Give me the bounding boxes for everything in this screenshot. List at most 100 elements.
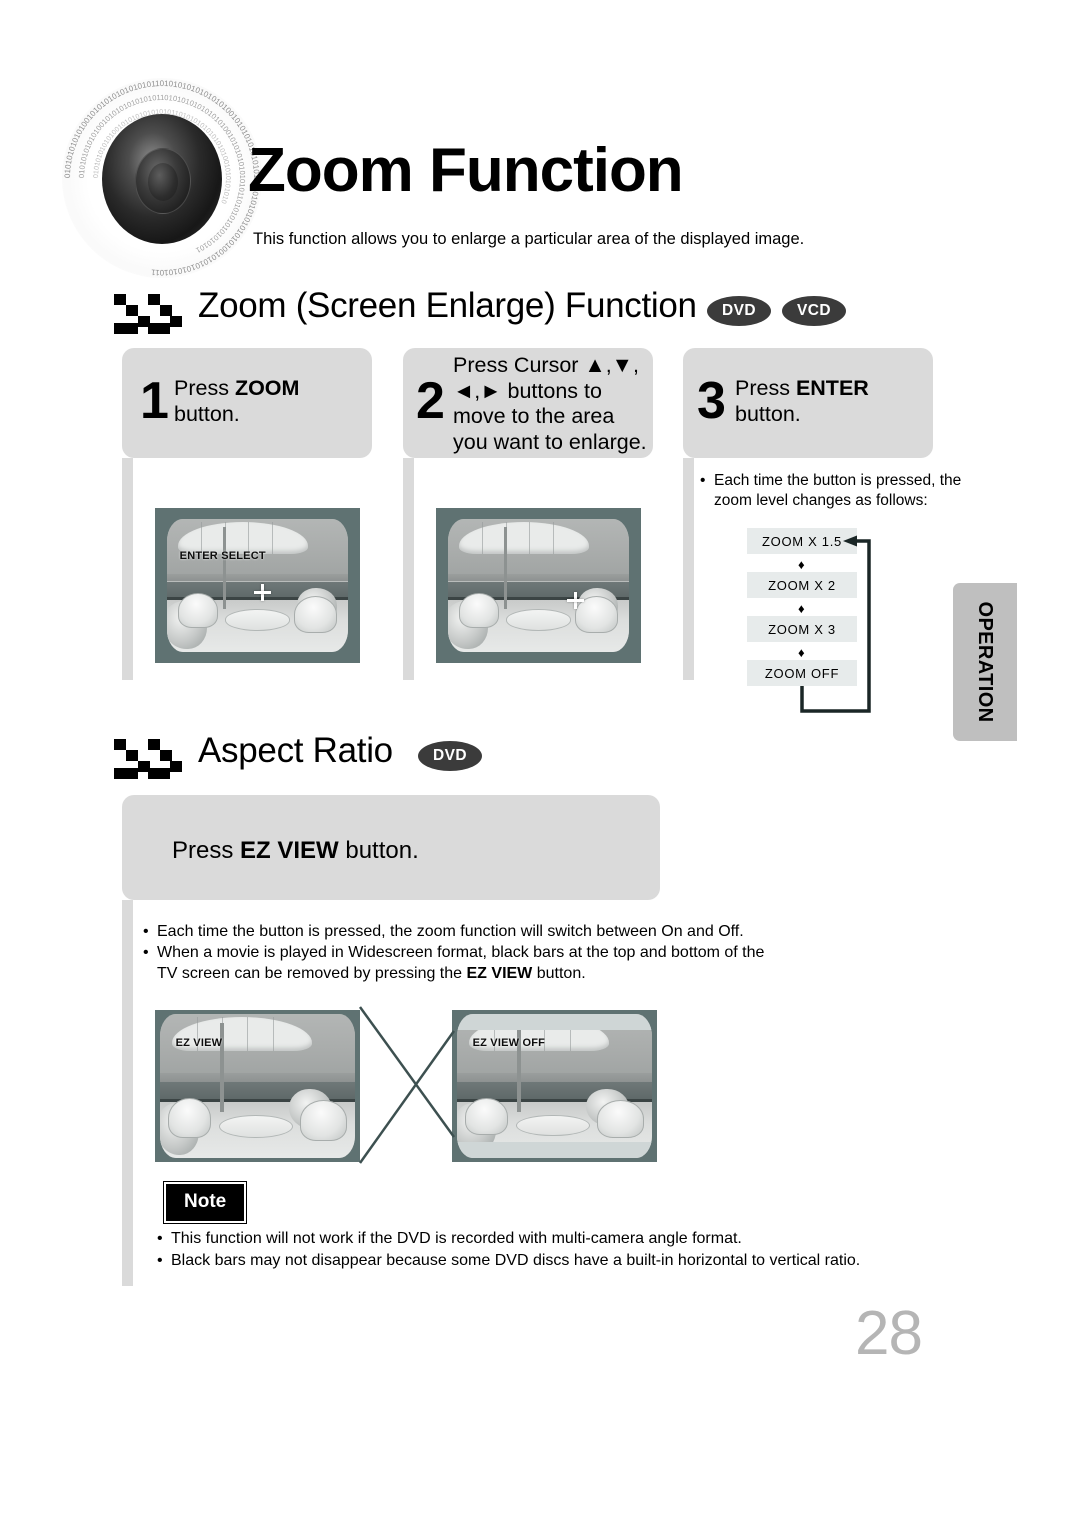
zoom-flow-note-line1: Each time the button is pressed, the (714, 472, 962, 489)
note-badge: Note (163, 1182, 247, 1223)
tv-screen-content: ENTER SELECT (167, 519, 348, 652)
letterbox-bar-bottom (457, 1142, 652, 1158)
section-heading-aspect: Aspect Ratio DVD (112, 731, 612, 781)
badge-dvd: DVD (707, 296, 771, 326)
scene-table (515, 1114, 590, 1137)
step2-line2-bold: ◄,► (453, 378, 502, 403)
scene-table (224, 609, 291, 631)
scene-hills (448, 573, 629, 582)
comparison-connector-lines (358, 1006, 456, 1164)
badge-vcd: VCD (782, 296, 846, 326)
tv-screen-content (448, 519, 629, 652)
note-bullet-1: • This function will not work if the DVD… (157, 1228, 957, 1249)
step1-line2: button. (174, 401, 240, 426)
aspect-instruction-text: Press EZ VIEW button. (172, 837, 419, 865)
tv-preview-ez-view-on: EZ VIEW (155, 1010, 360, 1162)
tv-screen-content: EZ VIEW OFF (457, 1014, 652, 1158)
zoom-crosshair-icon (253, 584, 271, 602)
scene-chair-right (300, 1100, 348, 1141)
osd-text: ENTER SELECT (179, 549, 266, 562)
aspect-bullet-3-bold: EZ VIEW (466, 965, 533, 982)
step3-line1-prefix: Press (735, 376, 796, 400)
aspect-bullet-3-part1: TV screen can be removed by pressing the (157, 965, 467, 982)
osd-text: EZ VIEW OFF (472, 1037, 546, 1050)
osd-text: EZ VIEW (175, 1037, 223, 1050)
aspect-bullet-1-text: Each time the button is pressed, the zoo… (157, 923, 744, 940)
step2-line2-suffix: buttons to (501, 378, 602, 403)
step-card-3: 3 Press ENTER button. (683, 348, 933, 458)
scene-hills (457, 1073, 652, 1082)
bullet-dot: • (700, 472, 706, 489)
tv-preview-ez-view-off: EZ VIEW OFF (452, 1010, 657, 1162)
section-heading-zoom: Zoom (Screen Enlarge) Function DVD VCD (112, 286, 872, 336)
scene-hills (160, 1073, 355, 1082)
scene-chair-left (177, 593, 218, 629)
step2-line1-bold: ▲,▼, (584, 353, 639, 377)
flow-loop-arrow-icon (800, 535, 871, 713)
bullet-dot: • (157, 1230, 163, 1247)
scene-chair-left (458, 593, 499, 629)
disc-badge-group: DVD VCD (707, 296, 846, 326)
page-number: 28 (855, 1299, 923, 1368)
step1-line1-prefix: Press (174, 376, 235, 400)
checkered-flag-icon (114, 739, 182, 779)
column-divider-3 (683, 458, 694, 680)
note-bullet-2-text: Black bars may not disappear because som… (171, 1252, 861, 1269)
tv-preview-step1: ENTER SELECT (155, 508, 360, 663)
aspect-instruction-prefix: Press (172, 837, 241, 864)
scene-umbrella-pole (223, 526, 226, 610)
scene-chair-right (293, 596, 338, 634)
step-number-2: 2 (416, 372, 445, 430)
aspect-instruction-bold: EZ VIEW (240, 837, 339, 864)
step2-line1-prefix: Press Cursor (453, 353, 585, 377)
zoom-flow-note-line2: zoom level changes as follows: (714, 492, 928, 510)
column-divider-1 (122, 458, 133, 680)
bullet-dot: • (143, 944, 149, 961)
scene-chair-left (167, 1097, 211, 1138)
zoom-flow-note: • Each time the button is pressed, the z… (700, 471, 970, 512)
scene-chair-left (464, 1097, 508, 1135)
bullet-dot: • (157, 1252, 163, 1269)
badge-dvd: DVD (418, 741, 482, 771)
zoom-crosshair-icon (567, 592, 585, 610)
step-text-3: Press ENTER button. (735, 376, 869, 427)
speaker-cone-icon (102, 114, 222, 244)
page-header: 0101010101010010101010101010101101010101… (0, 0, 1080, 285)
step2-line3: move to the area (453, 404, 615, 429)
step2-line4: you want to enlarge. (453, 429, 647, 454)
scene-umbrella-pole (504, 526, 507, 610)
aspect-instruction-suffix: button. (338, 837, 419, 864)
section-title-text: Aspect Ratio (198, 731, 393, 770)
step1-line1-bold: ZOOM (234, 376, 300, 400)
bullet-dot: • (143, 923, 149, 940)
section-title-text: Zoom (Screen Enlarge) Function (198, 286, 697, 325)
page-subtitle: This function allows you to enlarge a pa… (253, 230, 805, 248)
note-bullet-1-text: This function will not work if the DVD i… (171, 1230, 742, 1247)
step-card-2: 2 Press Cursor ▲,▼, ◄,► buttons to move … (403, 348, 653, 458)
aspect-bullet-3: TV screen can be removed by pressing the… (157, 963, 917, 984)
aspect-bullet-2: • When a movie is played in Widescreen f… (143, 942, 903, 963)
page-title: Zoom Function (248, 136, 684, 205)
checkered-flag-icon (114, 294, 182, 334)
column-divider-aspect (122, 900, 133, 1286)
aspect-bullet-3-part3: button. (532, 965, 586, 982)
step-number-1: 1 (140, 372, 169, 430)
scene-chair-right (597, 1100, 645, 1138)
scene-umbrella-pole (517, 1022, 521, 1112)
step-text-2: Press Cursor ▲,▼, ◄,► buttons to move to… (453, 353, 647, 455)
letterbox-bar-top (457, 1014, 652, 1030)
tv-screen-content: EZ VIEW (160, 1014, 355, 1158)
step3-line1-bold: ENTER (795, 376, 869, 400)
scene-hills (167, 573, 348, 582)
aspect-bullet-1: • Each time the button is pressed, the z… (143, 921, 903, 942)
aspect-instruction-card: Press EZ VIEW button. (122, 795, 660, 900)
step-card-1: 1 Press ZOOM button. (122, 348, 372, 458)
scene-table (505, 609, 572, 631)
step3-line2: button. (735, 401, 801, 426)
step-text-1: Press ZOOM button. (174, 376, 299, 427)
speaker-inner-cone (135, 148, 191, 214)
speaker-dust-cap (148, 163, 178, 201)
disc-badge-group: DVD (418, 741, 482, 771)
scene-umbrella-pole (220, 1022, 224, 1112)
operation-tab-label: OPERATION (974, 601, 997, 723)
